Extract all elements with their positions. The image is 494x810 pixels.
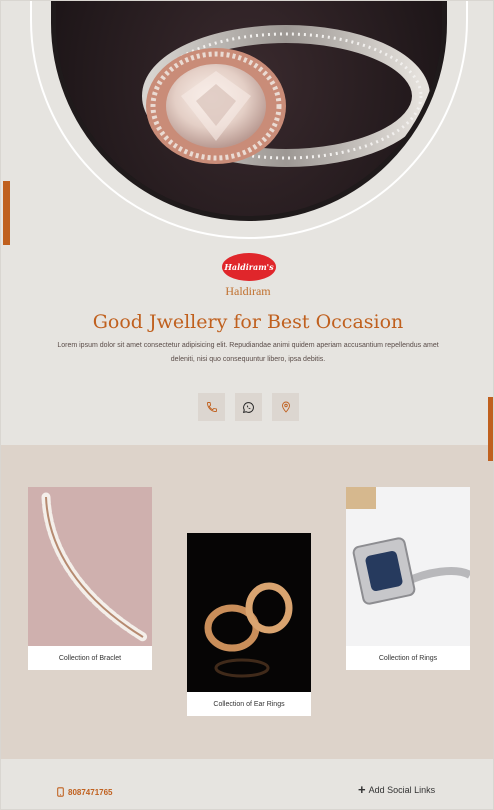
collection-caption: Collection of Braclet <box>58 654 122 662</box>
footer-phone-number: 8087471765 <box>68 787 113 797</box>
add-social-links-button[interactable]: + Add Social Links <box>358 783 435 796</box>
rings-image <box>346 487 470 646</box>
brand-logo[interactable]: Haldiram's <box>222 253 276 281</box>
location-button[interactable] <box>272 393 299 421</box>
whatsapp-icon <box>242 401 254 413</box>
ring-illustration <box>56 1 442 216</box>
add-social-links-label: Add Social Links <box>368 784 436 795</box>
collection-card-bracelet[interactable]: Collection of Braclet <box>28 487 152 670</box>
whatsapp-button[interactable] <box>235 393 262 421</box>
right-accent-bar <box>488 397 493 461</box>
page-title: Good Jwellery for Best Occasion <box>92 311 404 333</box>
page: Haldiram's Haldiram Good Jwellery for Be… <box>0 0 494 810</box>
plus-icon: + <box>358 782 366 797</box>
contact-buttons <box>198 393 299 421</box>
earrings-image <box>187 533 311 692</box>
location-pin-icon <box>281 401 290 413</box>
collection-caption: Collection of Ear Rings <box>213 700 285 708</box>
phone-icon <box>206 402 217 412</box>
bracelet-image <box>28 487 152 646</box>
collection-card-earrings[interactable]: Collection of Ear Rings <box>187 533 311 716</box>
collections-section: Collection of Braclet Collection of Ear … <box>1 445 493 759</box>
hero-ring-photo <box>51 1 447 221</box>
collection-caption: Collection of Rings <box>378 654 438 662</box>
hero-description: Lorem ipsum dolor sit amet consectetur a… <box>57 342 439 363</box>
hero-section: Haldiram's Haldiram Good Jwellery for Be… <box>1 1 493 445</box>
brand-logo-text: Haldiram's <box>224 262 274 272</box>
footer-phone[interactable]: 8087471765 <box>57 787 113 797</box>
collection-card-rings[interactable]: Collection of Rings <box>346 487 470 670</box>
brand-name: Haldiram <box>225 284 271 298</box>
left-accent-bar <box>3 181 10 245</box>
mobile-phone-icon <box>57 787 64 797</box>
call-button[interactable] <box>198 393 225 421</box>
